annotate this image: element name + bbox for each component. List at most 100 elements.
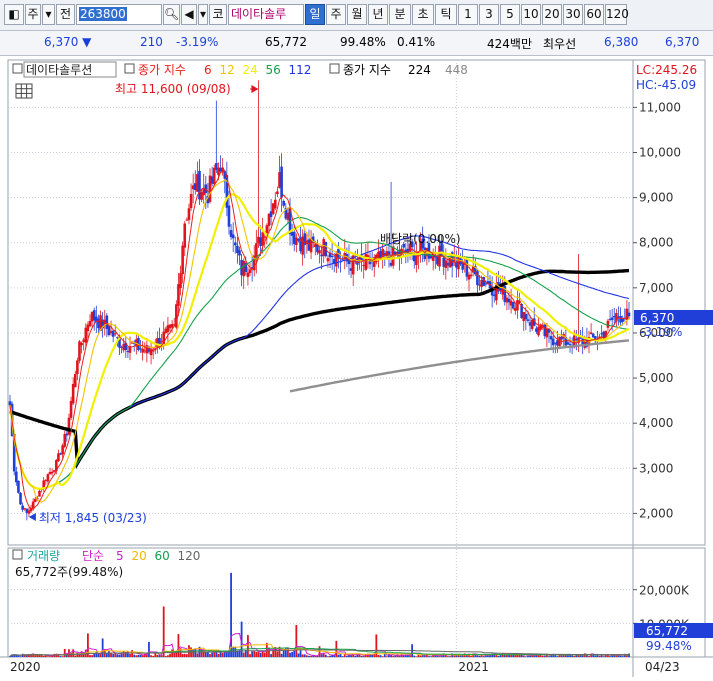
x-label-2021: 2021 xyxy=(458,660,489,674)
volume-bar xyxy=(527,655,529,657)
volume-bar xyxy=(322,653,325,657)
candle-body xyxy=(107,326,111,336)
lc-label: LC:245.26 xyxy=(636,63,697,77)
candle-body xyxy=(189,193,193,209)
volume-bar xyxy=(154,653,157,657)
candle-body xyxy=(273,199,277,209)
legend-ma-period-448: 448 xyxy=(445,63,468,77)
volume-bar xyxy=(478,655,481,657)
volume-bar xyxy=(177,634,180,657)
volume-bar xyxy=(263,652,266,657)
candle-body xyxy=(179,273,182,288)
volume-bar xyxy=(234,647,237,657)
volume-bar xyxy=(524,656,527,657)
volume-bar xyxy=(19,656,22,657)
volume-bar xyxy=(137,654,140,657)
price-tick-label: 2,000 xyxy=(639,506,673,520)
volume-legend-period: 20 xyxy=(132,549,147,563)
candle-body xyxy=(627,312,631,317)
volume-bar xyxy=(541,655,544,657)
volume-bar xyxy=(164,656,167,657)
candle-body xyxy=(183,223,187,248)
price-tick-label: 7,000 xyxy=(639,281,673,295)
volume-bar xyxy=(280,653,283,657)
candle-body xyxy=(187,208,191,221)
price-volume-chart[interactable]: 11,00010,0009,0008,0007,0006,0005,0004,0… xyxy=(0,0,713,681)
legend-ma-period: 12 xyxy=(220,63,235,77)
volume-legend-period: 120 xyxy=(178,549,201,563)
candle-body xyxy=(280,166,283,198)
volume-bar xyxy=(621,656,624,657)
x-label-current-date: 04/23 xyxy=(645,660,680,674)
volume-bar xyxy=(415,656,418,657)
volume-bar xyxy=(253,650,256,657)
volume-bar xyxy=(270,654,272,657)
volume-bar xyxy=(398,655,401,657)
volume-bar xyxy=(169,653,171,657)
price-panel-frame xyxy=(7,59,706,546)
volume-bar xyxy=(409,655,411,657)
legend-ma-period: 24 xyxy=(243,63,258,77)
volume-bar xyxy=(139,654,142,657)
volume-bar xyxy=(619,655,622,657)
volume-bar xyxy=(480,655,483,657)
volume-bar xyxy=(343,654,346,657)
volume-bar xyxy=(38,655,41,657)
volume-bar xyxy=(219,651,222,657)
volume-bar xyxy=(419,655,422,657)
volume-bar xyxy=(444,655,447,657)
volume-bar xyxy=(108,650,110,657)
candle-body xyxy=(67,417,71,435)
candle-body xyxy=(212,167,216,185)
volume-bar xyxy=(567,655,569,657)
volume-bar xyxy=(324,654,327,657)
price-tick-label: 3,000 xyxy=(639,461,673,475)
legend-ma-period-224: 224 xyxy=(408,63,431,77)
candle-body xyxy=(233,242,237,246)
volume-bar xyxy=(247,635,249,657)
volume-bar xyxy=(615,655,618,657)
candle-body xyxy=(551,338,555,346)
candle-body xyxy=(42,480,45,488)
candle-body xyxy=(265,225,269,234)
volume-bar xyxy=(449,656,451,657)
volume-bar xyxy=(602,656,605,657)
volume-bar xyxy=(221,652,224,657)
volume-bar xyxy=(171,649,174,657)
volume-bar xyxy=(341,656,344,657)
candle-body xyxy=(511,301,515,309)
candle-body xyxy=(282,200,286,206)
candle-body xyxy=(295,237,298,245)
volume-bar xyxy=(305,655,308,657)
volume-bar xyxy=(211,652,214,657)
volume-bar xyxy=(122,651,125,657)
volume-bar xyxy=(392,655,395,657)
volume-info: 65,772주(99.48%) xyxy=(15,565,123,579)
candle-body xyxy=(330,255,334,257)
volume-bar xyxy=(318,646,321,657)
candle-body xyxy=(326,258,330,262)
volume-bar xyxy=(297,653,300,657)
volume-bar xyxy=(204,652,207,657)
candle-body xyxy=(610,317,614,321)
candle-body xyxy=(113,333,117,335)
volume-bar xyxy=(337,654,340,657)
volume-bar xyxy=(430,656,432,657)
volume-bar xyxy=(339,653,342,657)
hc-label: HC:-45.09 xyxy=(636,78,696,92)
grid-toggle-icon xyxy=(15,83,33,99)
candle-body xyxy=(15,471,18,483)
volume-bar xyxy=(310,655,312,657)
last-price-value: 6,370 xyxy=(640,311,674,325)
volume-bar xyxy=(209,654,211,657)
volume-bar xyxy=(40,655,43,657)
price-tick-label: 10,000 xyxy=(639,145,681,159)
volume-bar xyxy=(447,656,449,657)
volume-bar xyxy=(289,652,291,657)
volume-bar xyxy=(381,656,384,657)
volume-bar xyxy=(17,655,20,657)
price-tick-label: 8,000 xyxy=(639,236,673,250)
legend-stock-name: 데이타솔루션 xyxy=(26,63,92,77)
candle-body xyxy=(38,490,41,497)
volume-bar xyxy=(434,655,437,657)
